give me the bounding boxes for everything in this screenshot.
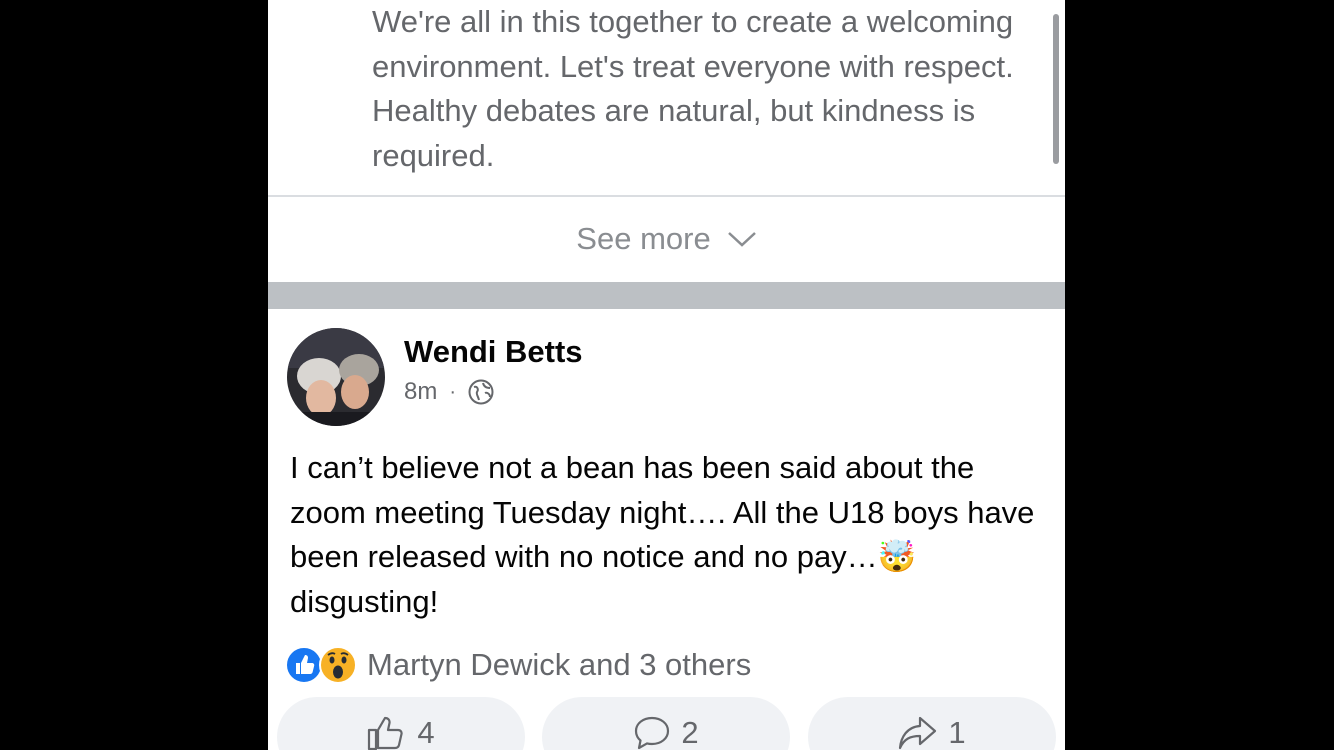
avatar-photo [287,328,385,426]
avatar[interactable] [287,328,385,426]
feed-screen: We're all in this together to create a w… [268,0,1065,750]
meta-dot: · [449,380,457,403]
share-button[interactable]: 1 [808,697,1056,750]
wow-reaction-icon [319,646,357,684]
see-more-label: See more [576,221,711,256]
reactions-summary[interactable]: Martyn Dewick and 3 others [285,645,751,685]
exploding-head-emoji: 🤯 [877,539,917,574]
reaction-icons [285,646,357,684]
globe-icon [468,379,494,405]
post-author-name[interactable]: Wendi Betts [404,334,583,370]
scrollbar[interactable] [1053,14,1059,164]
comment-button[interactable]: 2 [542,697,790,750]
post-body-text: I can’t believe not a bean has been said… [290,450,1035,574]
see-more-button[interactable]: See more [268,197,1065,281]
share-icon [899,716,937,750]
like-reaction-icon [285,646,323,684]
like-count: 4 [417,715,435,750]
comment-count: 2 [681,715,699,750]
post-body-tail: disgusting! [290,583,439,619]
post-body: I can’t believe not a bean has been said… [290,446,1050,624]
like-icon [368,716,404,750]
group-rules-text: We're all in this together to create a w… [372,4,1014,173]
share-count: 1 [948,715,966,750]
like-button[interactable]: 4 [277,697,525,750]
chevron-down-icon [727,232,756,247]
post-time[interactable]: 8m [404,378,437,406]
post-meta: 8m · [404,377,494,407]
comment-icon [635,716,670,750]
reactions-text: Martyn Dewick and 3 others [367,647,752,682]
feed-separator [268,282,1065,309]
